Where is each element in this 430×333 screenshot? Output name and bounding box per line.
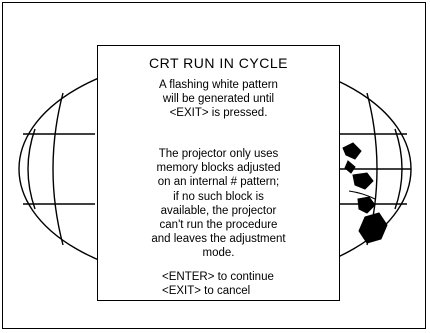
dialog-body-text: The projector only uses memory blocks ad… [151, 148, 286, 260]
dialog-intro-text: A flashing white pattern will be generat… [159, 79, 278, 120]
exit-cancel-option[interactable]: <EXIT> to cancel [162, 285, 274, 299]
dialog-title: CRT RUN IN CYCLE [149, 55, 288, 71]
projector-screen: CRT RUN IN CYCLE A flashing white patter… [2, 2, 426, 329]
run-in-cycle-dialog: CRT RUN IN CYCLE A flashing white patter… [97, 45, 340, 301]
enter-continue-option[interactable]: <ENTER> to continue [162, 271, 274, 285]
dialog-actions: <ENTER> to continue <EXIT> to cancel [162, 271, 274, 298]
